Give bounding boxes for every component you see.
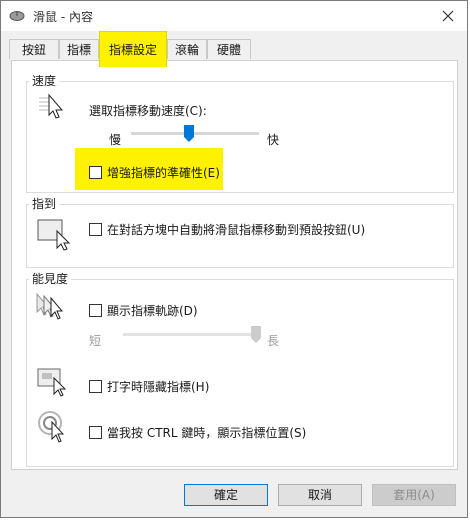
snap-to-group: 指到 在對話方塊中自動將滑鼠指標移動到預設按鈕(U) <box>26 195 454 268</box>
tab-pointers[interactable]: 指標 <box>59 39 99 59</box>
speed-select-label: 選取指標移動速度(C): <box>89 104 207 118</box>
pointer-trails-checkbox[interactable] <box>89 304 102 317</box>
speed-group-title: 速度 <box>29 72 60 89</box>
cancel-button[interactable]: 取消 <box>278 484 362 506</box>
ok-button[interactable]: 確定 <box>184 484 268 506</box>
hide-while-typing-checkbox[interactable] <box>89 380 102 393</box>
visibility-group-title: 能見度 <box>29 270 72 287</box>
speed-fast-label: 快 <box>267 133 280 147</box>
pointer-trails-label: 顯示指標軌跡(D) <box>107 304 198 318</box>
snap-to-label: 在對話方塊中自動將滑鼠指標移動到預設按鈕(U) <box>107 223 366 237</box>
window-title: 滑鼠 - 內容 <box>33 10 93 24</box>
tab-pointer-options[interactable]: 指標設定 <box>99 31 167 67</box>
trails-slider-track[interactable] <box>123 333 261 336</box>
enhance-precision-label: 增強指標的準確性(E) <box>107 166 220 180</box>
visibility-group: 能見度 顯示指標軌跡(D) 短 長 打字時隱藏指標(H) 當我按 CTRL 鍵時… <box>26 270 454 467</box>
close-icon[interactable] <box>437 7 459 25</box>
hide-while-typing-label: 打字時隱藏指標(H) <box>107 380 210 394</box>
show-location-label: 當我按 CTRL 鍵時，顯示指標位置(S) <box>107 426 307 440</box>
speed-group: 速度 選取指標移動速度(C): 慢 快 增強指標的準確性(E) <box>26 72 454 193</box>
trails-long-label: 長 <box>267 334 280 348</box>
pointer-speed-icon <box>39 93 64 119</box>
title-bar: 滑鼠 - 內容 <box>1 1 467 31</box>
tab-wheel[interactable]: 滾輪 <box>167 39 207 59</box>
show-location-icon <box>38 411 65 443</box>
hide-while-typing-icon <box>37 368 67 397</box>
enhance-precision-checkbox[interactable] <box>89 166 102 179</box>
speed-slow-label: 慢 <box>109 133 122 147</box>
snap-to-group-title: 指到 <box>29 195 60 212</box>
tab-hardware[interactable]: 硬體 <box>207 39 251 59</box>
trails-slider-thumb[interactable] <box>251 326 261 343</box>
tab-buttons[interactable]: 按鈕 <box>9 39 59 59</box>
mouse-properties-dialog: 滑鼠 - 內容 按鈕 指標 指標設定 滾輪 硬體 速度 選取指標移動速度(C):… <box>0 0 468 518</box>
speed-slider-track[interactable] <box>131 132 259 135</box>
speed-slider-thumb[interactable] <box>184 125 195 142</box>
tab-content-panel: 速度 選取指標移動速度(C): 慢 快 增強指標的準確性(E) 指到 在對話方塊… <box>11 60 458 470</box>
trails-short-label: 短 <box>89 334 102 348</box>
mouse-icon <box>9 11 25 21</box>
snap-to-checkbox[interactable] <box>89 223 102 236</box>
snap-to-icon <box>37 219 71 251</box>
pointer-trails-icon <box>36 292 64 320</box>
show-location-checkbox[interactable] <box>89 426 102 439</box>
apply-button[interactable]: 套用(A) <box>372 484 456 506</box>
